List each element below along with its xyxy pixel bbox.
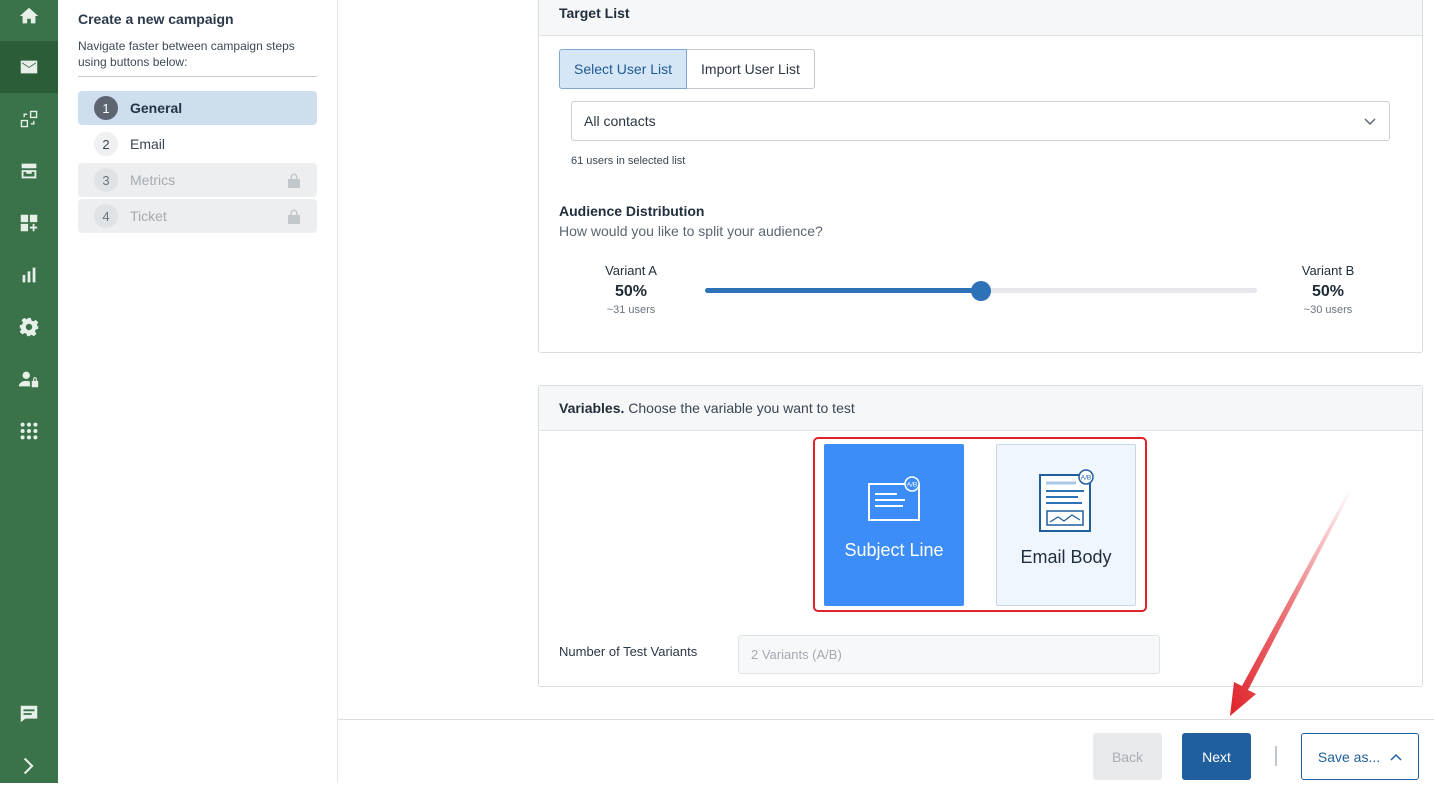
variables-panel: Variables. Choose the variable you want …: [538, 385, 1423, 687]
step-email[interactable]: 2 Email: [78, 127, 317, 161]
steps-hint: Navigate faster between campaign steps u…: [78, 39, 295, 69]
slider-handle[interactable]: [971, 281, 991, 301]
num-variants-field: 2 Variants (A/B): [738, 635, 1160, 674]
num-variants-label: Number of Test Variants: [559, 644, 698, 659]
select-user-list-tab[interactable]: Select User List: [559, 49, 688, 89]
lock-icon: [288, 173, 300, 188]
user-list-dropdown[interactable]: All contacts: [571, 101, 1390, 141]
variant-name: Variant B: [1301, 263, 1355, 278]
panel-title: Variables.: [559, 400, 625, 416]
option-label: Email Body: [1020, 547, 1112, 567]
home-icon[interactable]: [0, 0, 58, 42]
grid-dots-icon[interactable]: [0, 405, 58, 457]
footer-bar: Back Next Save as...: [338, 719, 1434, 783]
chevron-right-icon[interactable]: [0, 740, 58, 792]
variant-b-summary: Variant B 50% ~30 users: [1278, 263, 1378, 316]
import-user-list-tab[interactable]: Import User List: [687, 49, 815, 89]
back-button: Back: [1093, 733, 1162, 780]
flows-icon[interactable]: [0, 93, 58, 145]
subject-line-option[interactable]: A/B Subject Line: [824, 444, 964, 606]
panel-header: Target List: [539, 0, 1422, 36]
user-lock-icon[interactable]: [0, 353, 58, 405]
save-as-button[interactable]: Save as...: [1301, 733, 1419, 780]
step-label: General: [130, 100, 183, 116]
users-count-note: 61 users in selected list: [571, 155, 686, 167]
step-label: Ticket: [130, 208, 167, 224]
step-ticket: 4 Ticket: [78, 199, 317, 233]
save-as-label: Save as...: [1317, 748, 1381, 765]
option-label: Subject Line: [844, 540, 944, 560]
email-body-icon: A/B: [1039, 469, 1094, 532]
list-source-toggle: Select User List Import User List: [559, 49, 815, 89]
chat-icon[interactable]: [0, 688, 58, 740]
panel-subtitle: Choose the variable you want to test: [628, 400, 855, 416]
next-button[interactable]: Next: [1182, 733, 1251, 780]
chevron-down-icon: [1364, 118, 1376, 126]
mail-icon[interactable]: [0, 41, 58, 93]
apps-add-icon[interactable]: [0, 197, 58, 249]
variant-name: Variant A: [605, 263, 657, 278]
step-number: 4: [94, 204, 118, 228]
variant-percent: 50%: [614, 283, 648, 300]
panel-header: Variables. Choose the variable you want …: [539, 386, 1422, 431]
panel-title: Target List: [559, 5, 630, 21]
step-label: Email: [130, 136, 166, 152]
inbox-icon[interactable]: [0, 145, 58, 197]
steps-title: Create a new campaign: [78, 11, 234, 27]
subject-line-icon: A/B: [868, 476, 920, 521]
step-general[interactable]: 1 General: [78, 91, 317, 125]
highlight-box: A/B Subject Line A/B Email Body: [813, 437, 1147, 612]
app-rail: [0, 0, 58, 783]
svg-text:A/B: A/B: [1081, 475, 1091, 482]
dropdown-value: All contacts: [584, 113, 656, 129]
distribution-slider[interactable]: [705, 281, 1257, 301]
slider-fill: [705, 288, 981, 293]
variant-users: ~30 users: [1303, 304, 1353, 316]
distribution-subtitle: How would you like to split your audienc…: [559, 223, 823, 239]
distribution-title: Audience Distribution: [559, 203, 705, 219]
lock-icon: [288, 209, 300, 224]
step-number: 3: [94, 168, 118, 192]
step-number: 1: [94, 96, 118, 120]
gear-icon[interactable]: [0, 301, 58, 353]
chevron-up-icon: [1390, 753, 1402, 761]
variant-percent: 50%: [1311, 283, 1345, 300]
variant-users: ~31 users: [606, 304, 656, 316]
svg-text:A/B: A/B: [907, 482, 917, 489]
email-body-option[interactable]: A/B Email Body: [996, 444, 1136, 606]
divider: [1275, 746, 1277, 766]
divider: [78, 76, 317, 77]
target-list-panel: Target List Select User List Import User…: [538, 0, 1423, 353]
campaign-steps-panel: Create a new campaign Navigate faster be…: [58, 0, 338, 783]
step-label: Metrics: [130, 172, 176, 188]
variant-a-summary: Variant A 50% ~31 users: [581, 263, 681, 316]
step-number: 2: [94, 132, 118, 156]
step-metrics: 3 Metrics: [78, 163, 317, 197]
bar-chart-icon[interactable]: [0, 249, 58, 301]
